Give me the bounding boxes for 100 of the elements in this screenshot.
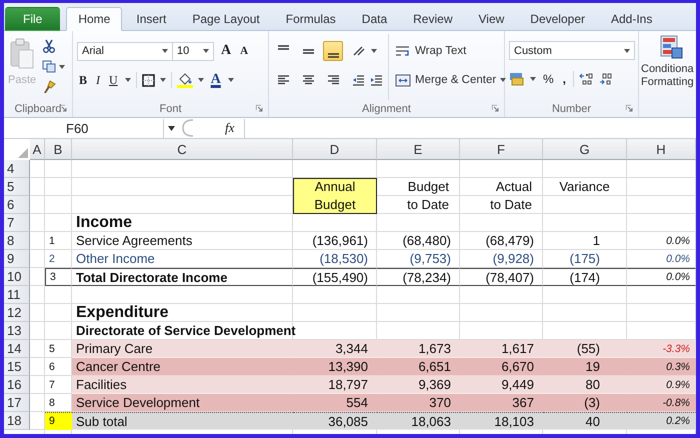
increase-decimal-icon[interactable] — [579, 73, 594, 85]
table-cell: 18,797 — [293, 376, 377, 394]
table-cell: 1,673 — [377, 340, 460, 358]
ribbon-tab[interactable]: Page Layout — [180, 7, 272, 31]
dialog-launcher-icon[interactable] — [60, 105, 67, 112]
row-header[interactable]: 5 — [4, 178, 30, 196]
row-header[interactable]: 7 — [4, 214, 30, 232]
table-cell: Service Development — [72, 394, 293, 412]
percent-button[interactable]: % — [541, 72, 556, 86]
merge-center-button[interactable]: Merge & Center — [395, 70, 506, 90]
table-cell: 36,085 — [293, 412, 377, 430]
table-cell: Facilities — [72, 376, 293, 394]
align-bottom-button[interactable] — [323, 41, 343, 61]
caret-icon[interactable] — [59, 64, 66, 68]
ribbon-tab[interactable]: Data — [350, 7, 400, 31]
column-header[interactable]: F — [460, 139, 543, 160]
file-tab[interactable]: File — [5, 7, 60, 31]
ribbon-tab[interactable]: View — [466, 7, 516, 31]
dialog-launcher-icon[interactable] — [492, 105, 499, 112]
ribbon-tab[interactable]: Formulas — [274, 7, 348, 31]
column-header[interactable]: C — [72, 139, 293, 160]
table-cell: 18,103 — [460, 412, 543, 430]
insert-function-button[interactable]: fx — [225, 120, 234, 136]
bold-button[interactable]: B — [77, 72, 90, 88]
text-angle-icon[interactable] — [352, 45, 366, 57]
table-cell-text: Actual — [494, 178, 533, 196]
align-middle-icon — [302, 48, 314, 54]
column-header[interactable]: D — [293, 139, 377, 160]
caret-icon[interactable] — [124, 78, 131, 82]
border-icon[interactable] — [142, 74, 155, 86]
font-color-button[interactable]: A — [208, 72, 223, 88]
table-cell-text: Other Income — [75, 250, 156, 268]
row-header[interactable]: 18 — [4, 412, 30, 430]
italic-button[interactable]: I — [94, 72, 102, 88]
ribbon-tab[interactable]: Developer — [518, 7, 597, 31]
caret-icon[interactable] — [624, 48, 630, 52]
caret-icon[interactable] — [371, 49, 377, 53]
table-cell-text: 7 — [48, 378, 56, 392]
caret-icon[interactable] — [162, 49, 168, 53]
ribbon-tab[interactable]: Insert — [124, 7, 178, 31]
ribbon-tab[interactable]: Add-Ins — [599, 7, 664, 31]
increase-indent-icon[interactable] — [370, 74, 383, 86]
caret-icon[interactable] — [160, 78, 166, 82]
wrap-text-button[interactable]: Wrap Text — [395, 41, 506, 61]
table-cell: -3.3% — [627, 340, 696, 358]
merge-cells-icon — [395, 74, 411, 86]
conditional-formatting-icon — [659, 34, 683, 60]
column-header[interactable]: A — [30, 139, 45, 160]
underline-button[interactable]: U — [107, 72, 120, 88]
caret-icon[interactable] — [203, 49, 209, 53]
table-cell-text: 0.0% — [665, 234, 691, 248]
row-header[interactable]: 4 — [4, 160, 30, 178]
table-cell: 9 — [45, 412, 72, 430]
table-cell-text: 0.0% — [665, 252, 691, 266]
row-header[interactable]: 14 — [4, 340, 30, 358]
ribbon-tab[interactable]: Review — [401, 7, 464, 31]
row-header[interactable]: 9 — [4, 250, 30, 268]
conditional-formatting-button[interactable]: Conditiona Formatting — [641, 34, 696, 89]
row-header[interactable]: 12 — [4, 304, 30, 322]
decrease-indent-icon[interactable] — [352, 74, 365, 86]
ribbon-tab[interactable]: Home — [66, 7, 122, 31]
comma-style-button[interactable]: , — [560, 72, 568, 86]
row-header[interactable]: 16 — [4, 376, 30, 394]
table-cell-text: 5 — [48, 342, 56, 356]
row-header[interactable]: 6 — [4, 196, 30, 214]
row-header[interactable]: 17 — [4, 394, 30, 412]
currency-icon[interactable] — [509, 72, 525, 86]
paintbrush-icon[interactable] — [42, 80, 56, 94]
row-header[interactable]: 10 — [4, 268, 30, 286]
table-cell: 9,369 — [377, 376, 460, 394]
decrease-decimal-icon[interactable] — [599, 73, 614, 85]
shrink-font-button[interactable]: A — [238, 45, 250, 57]
number-format-field[interactable]: Custom — [509, 41, 635, 60]
row-header[interactable]: 11 — [4, 286, 30, 304]
font-size-field[interactable]: 10 — [172, 42, 214, 60]
caret-icon[interactable] — [168, 126, 175, 130]
grow-font-button[interactable]: A — [219, 43, 234, 59]
caret-icon[interactable] — [530, 77, 536, 81]
dialog-launcher-icon[interactable] — [256, 105, 263, 112]
column-header[interactable]: G — [543, 139, 627, 160]
column-header[interactable]: E — [377, 139, 460, 160]
group-label: Number — [552, 102, 592, 114]
table-cell: 19 — [543, 358, 627, 376]
fill-color-icon[interactable] — [176, 72, 193, 88]
column-header[interactable]: H — [627, 139, 696, 160]
caret-icon[interactable] — [228, 78, 234, 82]
row-header[interactable]: 15 — [4, 358, 30, 376]
caret-icon[interactable] — [500, 78, 506, 82]
name-box[interactable]: F60 — [4, 118, 164, 138]
font-name-field[interactable]: Arial — [77, 42, 173, 60]
dialog-launcher-icon[interactable] — [626, 105, 633, 112]
table-cell-text: Variance — [558, 178, 611, 196]
cut-icon[interactable] — [42, 39, 56, 53]
column-header[interactable]: B — [45, 139, 72, 160]
table-cell-text: 2 — [48, 252, 56, 266]
row-header[interactable]: 13 — [4, 322, 30, 340]
copy-icon[interactable] — [42, 60, 56, 73]
row-header[interactable]: 8 — [4, 232, 30, 250]
table-cell-text: Service Agreements — [75, 232, 194, 250]
caret-icon[interactable] — [198, 78, 204, 82]
